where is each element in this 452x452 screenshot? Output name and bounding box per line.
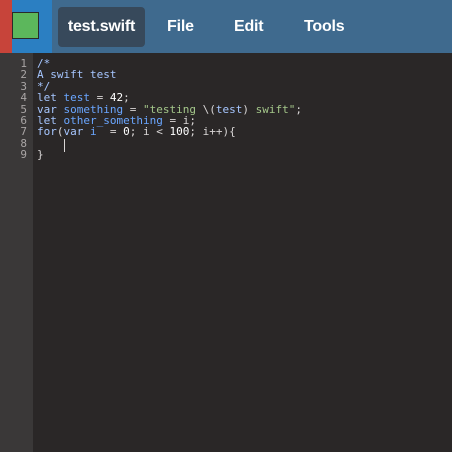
line-numbers: 123456789: [0, 58, 27, 161]
filename-label: test.swift: [67, 18, 136, 35]
code-token: 100: [169, 125, 190, 139]
code-token: (: [56, 125, 64, 139]
code-line: }: [37, 149, 302, 160]
filename-tab[interactable]: test.swift: [58, 7, 145, 47]
code-token: 0: [123, 125, 130, 139]
code-editor[interactable]: /* A swift test */let test = 42; var someth…: [33, 53, 452, 452]
code-token: ; i++){: [189, 125, 236, 139]
code-token: ;: [295, 102, 302, 116]
code-token: var: [63, 125, 84, 139]
code-token: swift": [248, 102, 296, 116]
code-content[interactable]: /* A swift test */let test = 42; var someth…: [37, 58, 302, 161]
code-token: i: [90, 125, 97, 139]
line-number-gutter: 123456789: [0, 53, 33, 452]
code-line: A swift test: [37, 69, 302, 80]
code-token: }: [37, 148, 44, 162]
code-token: ; i <: [129, 125, 170, 139]
menu-tools[interactable]: Tools: [304, 18, 345, 36]
text-cursor: [64, 139, 65, 152]
app-logo-icon[interactable]: [12, 12, 39, 39]
code-token: =: [96, 125, 124, 139]
code-token: \(: [202, 102, 216, 116]
code-token: test: [215, 102, 243, 116]
menu-bar: test.swift File Edit Tools: [52, 0, 452, 53]
line-number: 4: [20, 91, 27, 105]
code-token: ): [242, 102, 249, 116]
menu-edit[interactable]: Edit: [234, 18, 264, 36]
code-token: for: [37, 125, 57, 139]
code-line: for(var i = 0; i < 100; i++){: [37, 126, 302, 137]
menu-file[interactable]: File: [167, 18, 194, 36]
line-number: 9: [20, 148, 27, 162]
